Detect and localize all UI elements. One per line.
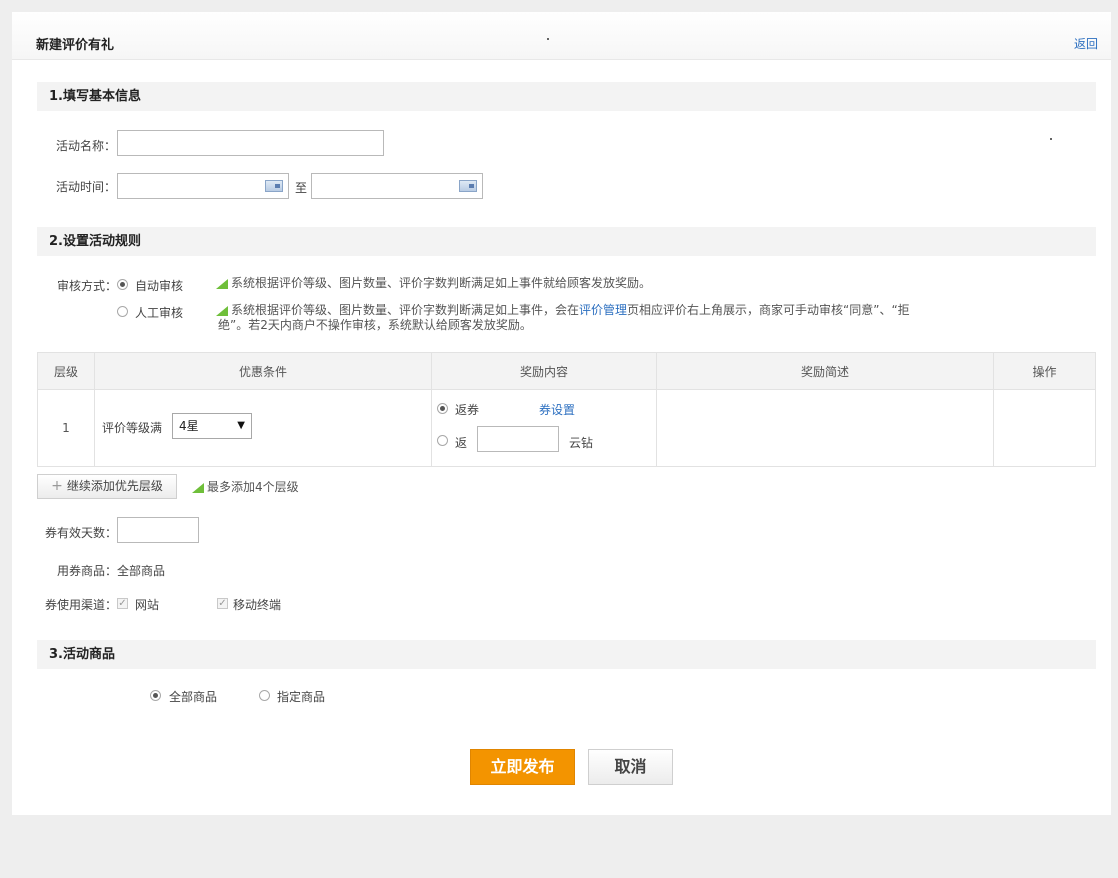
auto-review-label: 自动审核 xyxy=(135,279,184,293)
hint-triangle-icon xyxy=(192,483,204,493)
specified-goods-label: 指定商品 xyxy=(277,690,326,704)
publish-button[interactable]: 立即发布 xyxy=(470,749,575,785)
back-link[interactable]: 返回 xyxy=(1074,35,1098,52)
section-title: 2.设置活动规则 xyxy=(49,234,141,249)
add-level-hint: 最多添加4个层级 xyxy=(207,480,299,494)
plus-icon: + xyxy=(51,478,63,494)
valid-days-label: 券有效天数： xyxy=(45,526,118,540)
title-bar xyxy=(12,12,1111,60)
hint-text: 页相应评价右上角展示，商家可手动审核“同意”、“拒 xyxy=(627,303,910,317)
channel-mobile-label: 移动终端 xyxy=(233,598,282,612)
points-unit: 云钻 xyxy=(569,436,594,450)
activity-name-input[interactable] xyxy=(117,130,384,156)
col-condition: 优惠条件 xyxy=(94,352,432,390)
select-value: 4星 xyxy=(179,419,199,433)
section-title: 1.填写基本信息 xyxy=(49,89,141,104)
col-ops: 操作 xyxy=(993,352,1096,390)
activity-name-label: 活动名称： xyxy=(56,139,117,153)
add-level-button[interactable]: + 继续添加优先层级 xyxy=(37,474,177,499)
start-date-input[interactable] xyxy=(117,173,289,199)
date-separator: 至 xyxy=(295,181,308,195)
auto-review-hint: 系统根据评价等级、图片数量、评价字数判断满足如上事件就给顾客发放奖励。 xyxy=(231,276,652,290)
add-level-label: 继续添加优先层级 xyxy=(66,479,163,493)
page-title: 新建评价有礼 xyxy=(36,38,115,53)
dropdown-arrow-icon: ▼ xyxy=(237,420,245,431)
calendar-icon[interactable] xyxy=(459,180,477,192)
goods-label-text: 用券商品： xyxy=(57,564,118,578)
row-summary xyxy=(656,389,994,467)
coupon-goods-label: 用券商品：全部商品 xyxy=(57,562,165,579)
table-header-row: 层级 优惠条件 奖励内容 奖励简述 操作 xyxy=(37,352,1096,390)
review-method-label: 审核方式： xyxy=(57,279,118,293)
coupon-reward-radio[interactable] xyxy=(437,403,448,414)
decor-dot xyxy=(1050,138,1052,140)
channel-web-label: 网站 xyxy=(135,598,160,612)
row-ops xyxy=(993,389,1096,467)
specified-goods-radio[interactable] xyxy=(259,690,270,701)
hint-triangle-icon xyxy=(216,306,228,316)
manual-review-hint-line2: 绝”。若2天内商户不操作审核，系统默认给顾客发放奖励。 xyxy=(218,318,532,332)
all-goods-label: 全部商品 xyxy=(169,690,218,704)
points-reward-radio[interactable] xyxy=(437,435,448,446)
section-rules: 2.设置活动规则 xyxy=(37,227,1096,256)
all-goods-radio[interactable] xyxy=(150,690,161,701)
valid-days-input[interactable] xyxy=(117,517,199,543)
col-level: 层级 xyxy=(37,352,95,390)
channel-label: 券使用渠道： xyxy=(45,598,118,612)
channel-web-checkbox[interactable]: ✓ xyxy=(117,598,128,609)
section-goods: 3.活动商品 xyxy=(37,640,1096,669)
col-reward: 奖励内容 xyxy=(431,352,657,390)
review-manage-link[interactable]: 评价管理 xyxy=(579,303,627,317)
condition-label: 评价等级满 xyxy=(102,421,163,435)
auto-review-radio[interactable] xyxy=(117,279,128,290)
col-summary: 奖励简述 xyxy=(656,352,994,390)
section-title: 3.活动商品 xyxy=(49,647,115,662)
hint-text: 系统根据评价等级、图片数量、评价字数判断满足如上事件，会在 xyxy=(231,303,580,317)
coupon-reward-label: 返券 xyxy=(455,403,480,417)
decor-dot xyxy=(547,38,549,40)
points-amount-input[interactable] xyxy=(477,426,559,452)
row-level: 1 xyxy=(37,389,95,467)
channel-mobile-checkbox[interactable]: ✓ xyxy=(217,598,228,609)
activity-time-label: 活动时间： xyxy=(56,180,117,194)
goods-value: 全部商品 xyxy=(117,564,166,578)
manual-review-hint: 系统根据评价等级、图片数量、评价字数判断满足如上事件，会在评价管理页相应评价右上… xyxy=(231,303,910,318)
calendar-icon[interactable] xyxy=(265,180,283,192)
end-date-input[interactable] xyxy=(311,173,483,199)
star-level-select[interactable]: 4星 ▼ xyxy=(172,413,252,439)
manual-review-label: 人工审核 xyxy=(135,306,184,320)
cancel-button[interactable]: 取消 xyxy=(588,749,673,785)
coupon-settings-link[interactable]: 券设置 xyxy=(539,401,575,418)
hint-triangle-icon xyxy=(216,279,228,289)
points-reward-label: 返 xyxy=(455,436,468,450)
manual-review-radio[interactable] xyxy=(117,306,128,317)
section-basic-info: 1.填写基本信息 xyxy=(37,82,1096,111)
